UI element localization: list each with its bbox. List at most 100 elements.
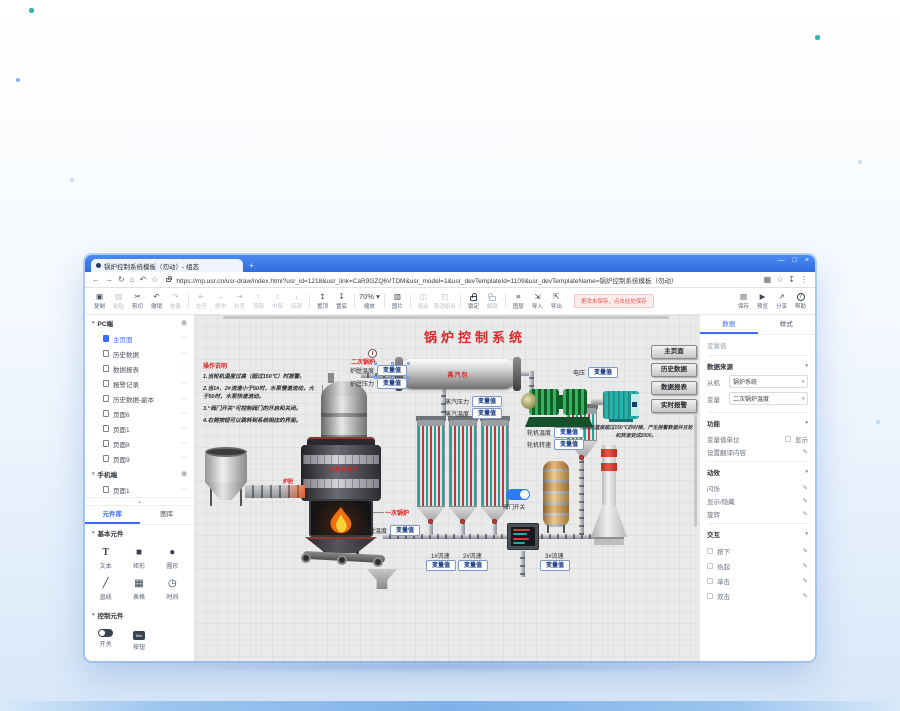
toolbar-button[interactable]: ↷ 恢复 [166, 293, 185, 310]
forward-icon[interactable]: → [105, 276, 113, 284]
more-icon[interactable]: ⋯ [181, 440, 187, 447]
toolbar-button[interactable]: 70% ▾ 缩放 [358, 293, 381, 310]
sidebar-page-item[interactable]: 页面1 ⋯ [85, 482, 194, 497]
alarm-note[interactable]: 当轮机温度超过150℃的时候，产生报警数据并且轮机转速变成2000。 [577, 425, 695, 440]
design-canvas[interactable]: 锅炉控制系统 操作说明 1.当轮机温度过高（超过150℃）时报警。 2.当1#、… [195, 315, 699, 661]
toolbar-button[interactable]: ↗ 分享 [772, 293, 791, 310]
edit-icon[interactable]: ✎ [803, 497, 808, 505]
toolbar-button[interactable]: ↶ 撤销 [147, 293, 166, 310]
turbine-machine[interactable] [525, 381, 593, 427]
tab-data[interactable]: 数据 [700, 315, 758, 334]
sidebar-page-item[interactable]: 报警记录 ⋯ [85, 376, 194, 391]
var-furnace-temp-1[interactable]: 炉膛温度 变量值 [363, 525, 420, 536]
show-checkbox[interactable] [785, 436, 791, 442]
filter-vessel[interactable] [543, 461, 569, 527]
var-flow3[interactable]: 变量值 [540, 560, 570, 571]
select-dropdown[interactable]: 锅炉系统 ▾ [729, 375, 808, 388]
apps-icon[interactable]: ▦ [764, 276, 772, 284]
canvas-nav-button[interactable]: 数据报表 [651, 381, 697, 395]
toolbar-button[interactable]: ↑ 顶部 [249, 293, 268, 310]
var-value-box[interactable]: 变量值 [390, 525, 420, 536]
toolbar-button[interactable]: ▣ 复制 [90, 293, 109, 310]
star-icon[interactable]: ☆ [776, 276, 783, 284]
table-tool-icon[interactable]: ▦ 表格 [122, 574, 155, 605]
tab-components[interactable]: 元件库 [85, 506, 140, 524]
new-tab-button[interactable]: + [249, 259, 254, 272]
toolbar-button[interactable]: ◫ 组合 [414, 293, 433, 310]
valve-icon[interactable] [428, 519, 433, 524]
duct-label[interactable]: 炉胆 [283, 478, 293, 485]
basic-components-header[interactable]: ▾ 基本元件 [85, 525, 194, 541]
sidebar-page-item[interactable]: 页面8 ⋯ [85, 436, 194, 451]
more-icon[interactable]: ⋯ [181, 395, 187, 402]
burner-duct[interactable] [245, 485, 305, 498]
var-value-box[interactable]: 变量值 [472, 408, 502, 419]
diagram-title[interactable]: 锅炉控制系统 [315, 327, 635, 346]
collapse-icon[interactable]: ▾ [805, 363, 808, 369]
edit-icon[interactable]: ✎ [803, 577, 808, 585]
toolbar-button[interactable]: ⇥ 右齐 [230, 293, 249, 310]
more-icon[interactable]: ⋯ [181, 350, 187, 357]
rect-tool-icon[interactable]: ■ 矩形 [122, 543, 155, 574]
history-icon[interactable]: ↶ [140, 276, 147, 284]
operating-instructions[interactable]: 操作说明 1.当轮机温度过高（超过150℃）时报警。 2.当1#、2#流速小于5… [203, 361, 317, 430]
collapse-icon[interactable]: ▾ [805, 531, 808, 537]
edit-icon[interactable]: ✎ [803, 448, 808, 456]
back-icon[interactable]: ← [92, 276, 100, 284]
var-value-box[interactable]: 变量值 [472, 396, 502, 407]
var-turbine-temp[interactable]: 轮机温度 变量值 [527, 427, 584, 438]
downloads-icon[interactable]: ↧ [788, 276, 795, 284]
toolbar-button[interactable]: 锁定 [464, 293, 483, 310]
heat-exchanger-column[interactable] [449, 419, 477, 507]
control-components-header[interactable]: ▾ 控制元件 [85, 607, 194, 623]
toolbar-button[interactable]: ↕ 中部 [268, 293, 287, 310]
line-tool-icon[interactable]: ╱ 直线 [89, 574, 122, 605]
var-steam-temp[interactable]: 蒸汽温度 变量值 [445, 408, 502, 419]
steam-drum[interactable]: 蒸汽包 [398, 359, 518, 389]
var-voltage[interactable]: 电压 变量值 [573, 367, 618, 378]
valve-toggle-switch[interactable] [506, 489, 530, 500]
more-icon[interactable]: ⋯ [181, 486, 187, 493]
sidebar-page-item[interactable]: 数据报表 ⋯ [85, 361, 194, 376]
sidebar-page-item[interactable]: 主页面 ⋯ [85, 331, 194, 346]
toolbar-button[interactable]: ↥ 置顶 [313, 293, 332, 310]
var-value-box[interactable]: 变量值 [377, 378, 407, 389]
toolbar-button[interactable]: ✂ 剪切 [128, 293, 147, 310]
coal-hopper[interactable] [367, 569, 397, 589]
switch-tool-icon[interactable]: 开关 [89, 625, 122, 655]
var-furnace-pressure[interactable]: 炉膛压力 变量值 [350, 378, 407, 389]
var-value-box[interactable]: 变量值 [540, 560, 570, 571]
edit-icon[interactable]: ✎ [803, 562, 808, 570]
toolbar-button[interactable]: ⇤ 左齐 [192, 293, 211, 310]
edit-icon[interactable]: ✎ [803, 484, 808, 492]
toolbar-button[interactable]: ↔ 居中 [211, 293, 230, 310]
more-icon[interactable]: ⋯ [181, 425, 187, 432]
feed-funnel[interactable] [205, 451, 247, 515]
var-value-box[interactable]: 变量值 [554, 439, 584, 450]
edit-icon[interactable]: ✎ [803, 547, 808, 555]
sidebar-page-item[interactable]: 历史数据 ⋯ [85, 346, 194, 361]
valve-icon[interactable] [579, 455, 584, 460]
control-panel[interactable] [507, 523, 539, 550]
panel-collapse-handle[interactable]: ▴ [85, 497, 194, 506]
var-flow1[interactable]: 变量值 [426, 560, 456, 571]
var-flow2[interactable]: 变量值 [458, 560, 488, 571]
sidebar-page-item[interactable]: 页面6 ⋯ [85, 406, 194, 421]
minimize-button[interactable]: — [778, 257, 785, 264]
toolbar-button[interactable]: ↓ 底部 [287, 293, 306, 310]
primary-boiler-label[interactable]: 一次锅炉 [385, 508, 409, 517]
sidebar-page-item[interactable]: 页面1 ⋯ [85, 421, 194, 436]
url-text[interactable]: https://mp.usr.cn/usr-draw/index.html?us… [176, 275, 758, 285]
tab-gallery[interactable]: 图库 [140, 506, 195, 524]
var-value-box[interactable]: 变量值 [458, 560, 488, 571]
toolbar-button[interactable]: ▶ 预览 [753, 293, 772, 310]
canvas-nav-button[interactable]: 历史数据 [651, 363, 697, 377]
canvas-nav-button[interactable]: 实时报警 [651, 399, 697, 413]
collapse-icon[interactable]: ▾ [805, 420, 808, 426]
more-icon[interactable]: ⋯ [181, 335, 187, 342]
toolbar-button[interactable]: ⇱ 导出 [547, 293, 566, 310]
select-dropdown[interactable]: 二次锅炉温度 ▾ [729, 392, 808, 405]
edit-icon[interactable]: ✎ [803, 592, 808, 600]
bookmark-icon[interactable]: ☆ [151, 276, 158, 284]
var-value-box[interactable]: 变量值 [426, 560, 456, 571]
